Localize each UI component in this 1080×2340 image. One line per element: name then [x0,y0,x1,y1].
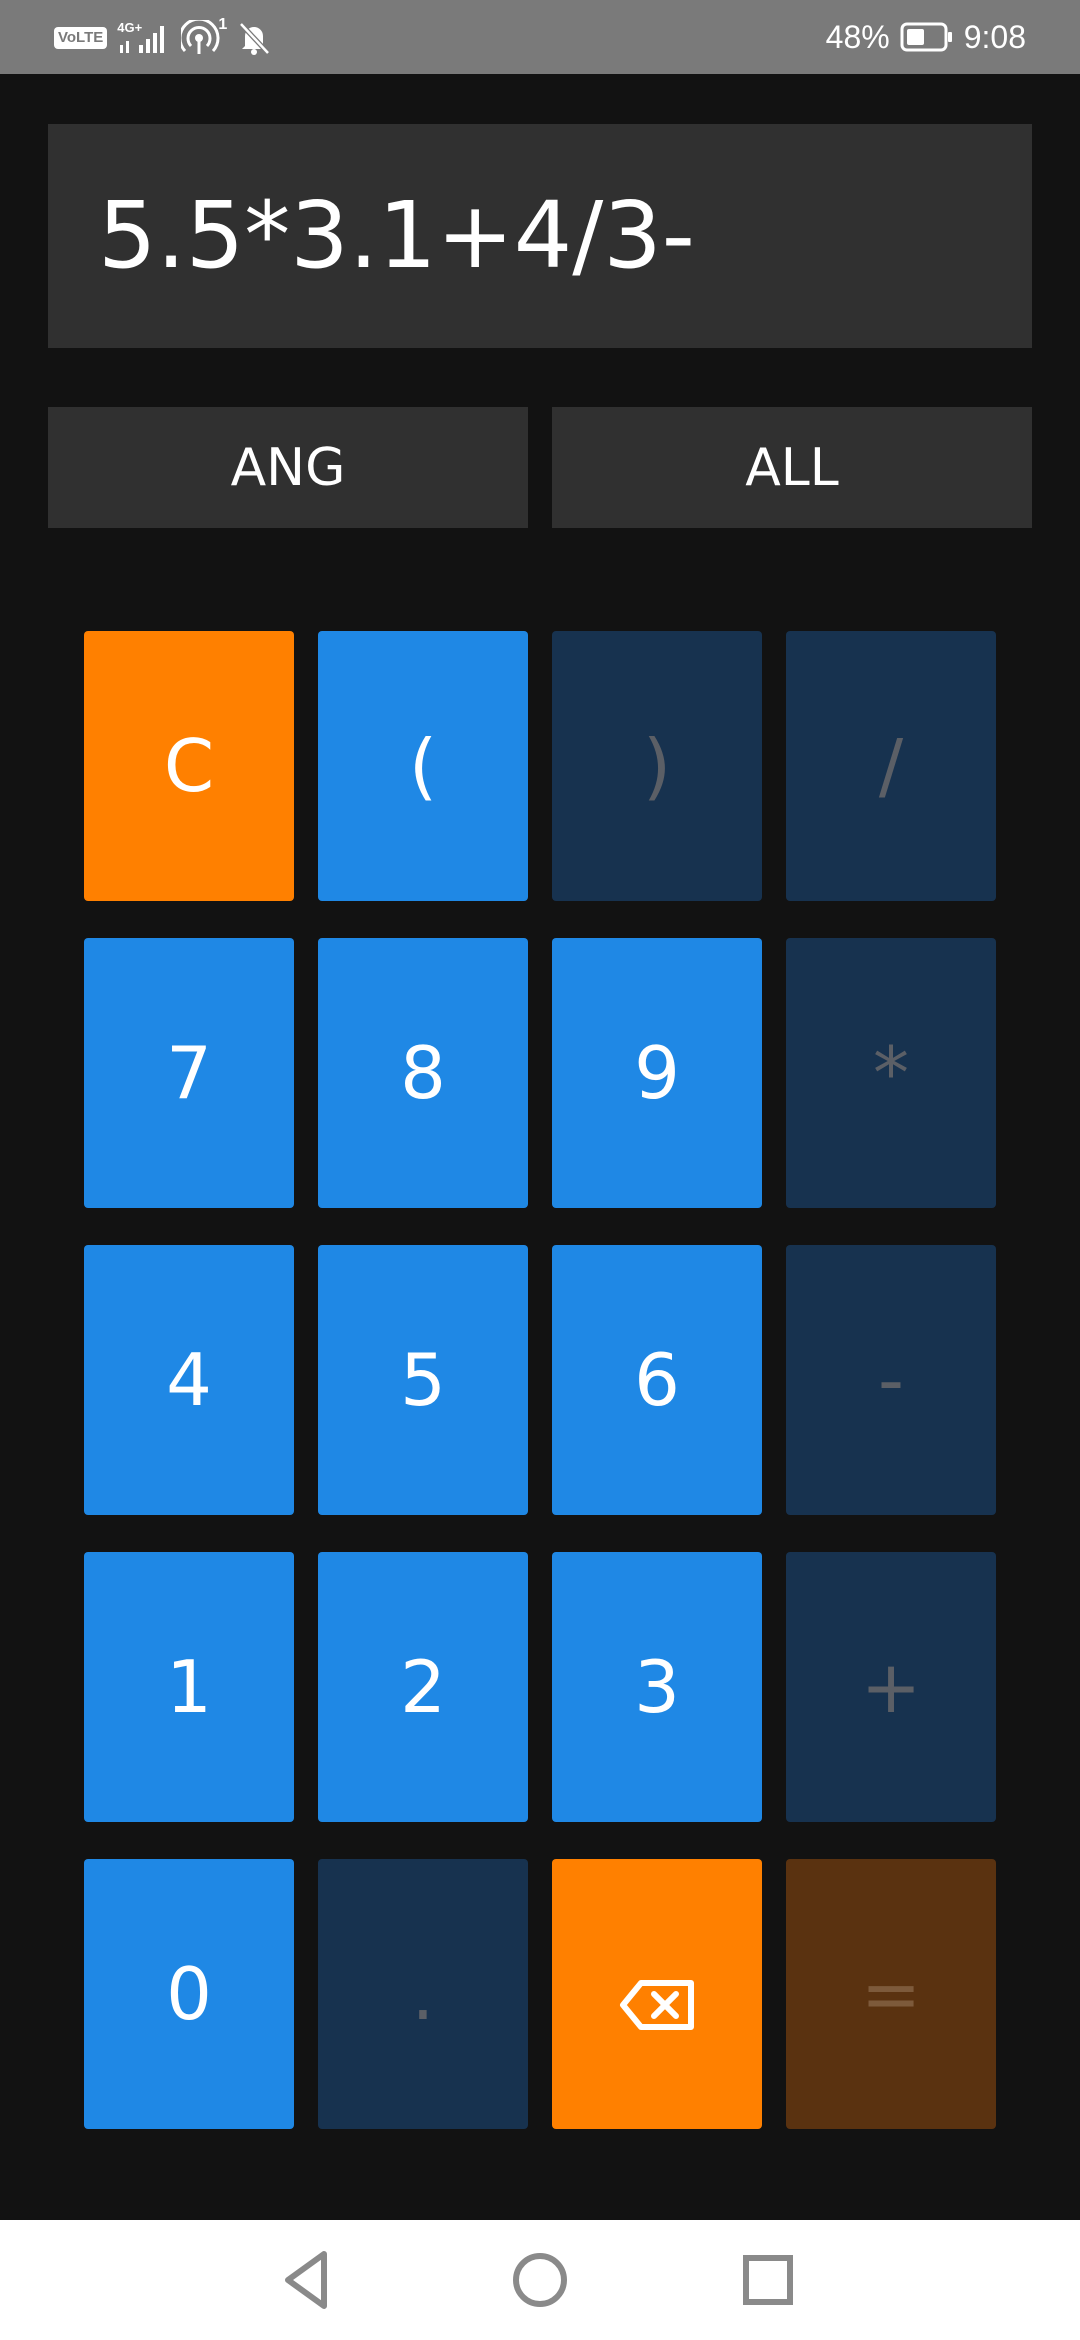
status-right: 48% 9:08 [826,16,1026,58]
expression-display: 5.5*3.1+4/3- [48,124,1032,348]
backspace-icon [619,1966,695,2030]
digit-3-button[interactable]: 3 [552,1552,762,1822]
navigation-bar [0,2220,1080,2340]
volte-icon: VoLTE [54,27,108,49]
bell-off-icon [237,20,271,56]
decimal-point-button[interactable]: . [318,1859,528,2129]
status-left: VoLTE 4G+ 1 [54,16,271,58]
digit-0-button[interactable]: 0 [84,1859,294,2129]
home-icon[interactable] [506,2246,574,2314]
signal-icon: 4G+ [117,21,171,55]
equals-button[interactable]: = [786,1859,996,2129]
open-paren-button[interactable]: ( [318,631,528,901]
digit-7-button[interactable]: 7 [84,938,294,1208]
clock: 9:08 [963,18,1026,55]
ang-mode-button[interactable]: ANG [48,407,528,528]
digit-9-button[interactable]: 9 [552,938,762,1208]
divide-button[interactable]: / [786,631,996,901]
hotspot-icon: 1 [178,16,227,56]
minus-button[interactable]: - [786,1245,996,1515]
battery-percent: 48% [825,18,890,55]
digit-4-button[interactable]: 4 [84,1245,294,1515]
clear-button[interactable]: C [84,631,294,901]
back-icon[interactable] [274,2246,342,2314]
all-mode-button[interactable]: ALL [552,407,1032,528]
digit-6-button[interactable]: 6 [552,1245,762,1515]
recents-icon[interactable] [734,2246,802,2314]
backspace-button[interactable] [552,1859,762,2129]
expression-text: 5.5*3.1+4/3- [98,182,695,289]
status-bar: VoLTE 4G+ 1 48% 9:08 [0,0,1080,74]
battery-icon [900,22,954,52]
digit-8-button[interactable]: 8 [318,938,528,1208]
multiply-button[interactable]: * [786,938,996,1208]
close-paren-button[interactable]: ) [552,631,762,901]
digit-5-button[interactable]: 5 [318,1245,528,1515]
plus-button[interactable]: + [786,1552,996,1822]
digit-1-button[interactable]: 1 [84,1552,294,1822]
hotspot-count: 1 [218,16,228,33]
digit-2-button[interactable]: 2 [318,1552,528,1822]
